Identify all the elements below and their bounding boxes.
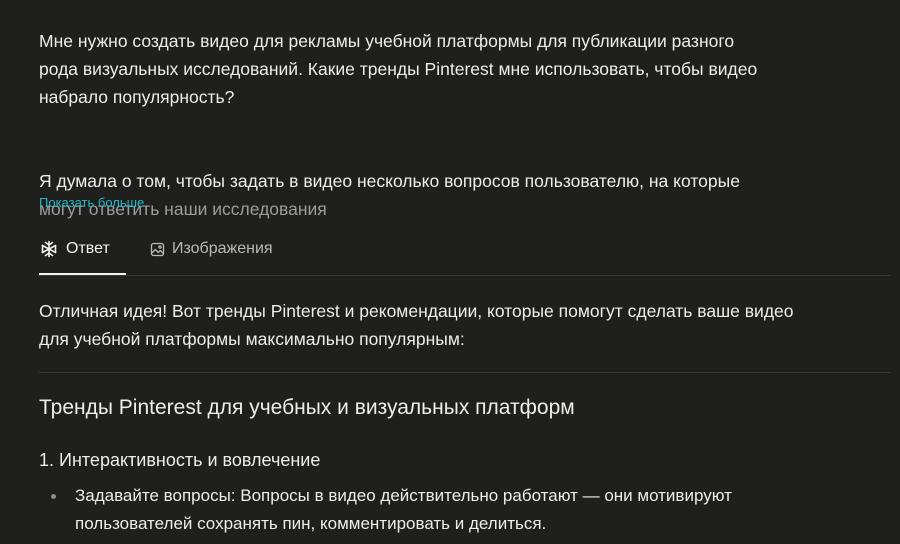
question-paragraph-2-line-1: Я думала о том, чтобы задать в видео нес…	[39, 171, 740, 191]
answer-subheading: 1. Интерактивность и вовлечение	[39, 450, 321, 470]
section-divider	[39, 372, 891, 373]
question-paragraph-1: Мне нужно создать видео для рекламы учеб…	[39, 31, 758, 107]
active-tab-indicator	[39, 273, 126, 275]
image-icon	[150, 242, 165, 257]
result-tabs: Ответ Изображения	[39, 224, 891, 276]
show-more-link[interactable]: Показать больше	[39, 195, 144, 210]
tab-answer-label: Ответ	[66, 240, 110, 257]
bullet-list: Задавайте вопросы: Вопросы в видео дейст…	[39, 482, 859, 538]
answer-intro: Отличная идея! Вот тренды Pinterest и ре…	[39, 301, 794, 349]
list-item: Задавайте вопросы: Вопросы в видео дейст…	[39, 482, 859, 538]
tab-images[interactable]: Изображения	[150, 224, 273, 274]
user-question: Мне нужно создать видео для рекламы учеб…	[39, 27, 839, 251]
question-paragraph-2-line-2-faded: могут ответить наши исследования	[39, 199, 327, 219]
answer-heading: Тренды Pinterest для учебных и визуальны…	[39, 396, 575, 419]
answer-spark-icon	[39, 239, 59, 259]
bullet-dot	[51, 494, 56, 499]
list-item-text: Задавайте вопросы: Вопросы в видео дейст…	[75, 486, 732, 533]
tab-answer[interactable]: Ответ	[39, 224, 126, 275]
tab-images-label: Изображения	[172, 240, 273, 257]
